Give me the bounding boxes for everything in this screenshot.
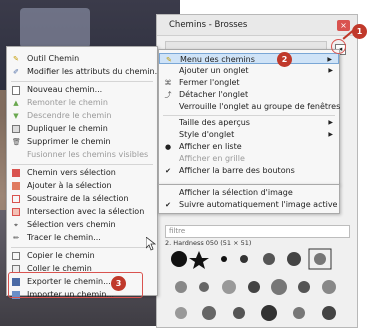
menu-label: Fermer l'onglet: [179, 78, 240, 87]
menu-label: Chemin vers sélection: [27, 168, 116, 177]
menu-label: Ajouter à la sélection: [27, 181, 112, 190]
step-badge-2: 2: [277, 52, 292, 67]
brush-label: 2. Hardness 050 (51 × 51): [165, 239, 252, 247]
menu-label: Descendre le chemin: [27, 111, 112, 120]
menu-label: Outil Chemin: [27, 54, 80, 63]
duplicate-icon: [12, 125, 20, 133]
menu-label: Modifier les attributs du chemin...: [27, 67, 163, 76]
menu-separator: [11, 164, 153, 165]
delete-icon: 🗑: [12, 138, 21, 146]
menu-label: Fusionner les chemins visibles: [27, 150, 149, 159]
menu-label: Dupliquer le chemin: [27, 124, 108, 133]
submenu-arrow-icon: ▶: [328, 67, 333, 74]
menu-item-add-to-selection[interactable]: Ajouter à la sélection: [7, 180, 157, 192]
check-icon: ✔: [165, 167, 171, 175]
edit-attributes-icon: ✐: [13, 68, 19, 76]
arrow-up-icon: ▲: [13, 99, 19, 107]
menu-item-path-to-selection[interactable]: Chemin vers sélection: [7, 167, 157, 179]
copy-icon: [12, 252, 20, 260]
brush-filter-input[interactable]: filtre: [165, 225, 350, 238]
menu-item-paths-menu[interactable]: ✎ Menu des chemins ▶: [159, 53, 339, 64]
path-tool-icon: ✎: [13, 55, 19, 63]
menu-label: Taille des aperçus: [179, 118, 250, 127]
menu-label: Soustraire de la sélection: [27, 194, 129, 203]
menu-item-path-tool[interactable]: ✎ Outil Chemin: [7, 53, 157, 65]
menu-item-view-as-grid[interactable]: Afficher en grille: [159, 153, 339, 165]
new-path-icon: [12, 86, 20, 95]
menu-separator: [163, 115, 335, 116]
dock-title-text: Chemins - Brosses: [169, 20, 248, 30]
menu-label: Menu des chemins: [180, 55, 255, 64]
menu-label: Nouveau chemin...: [27, 85, 103, 94]
tab-menu-continued: Afficher la sélection d'image ✔ Suivre a…: [158, 184, 340, 214]
paths-menu-icon: ✎: [166, 56, 172, 64]
menu-item-copy-path[interactable]: Copier le chemin: [7, 250, 157, 262]
menu-label: Remonter le chemin: [27, 98, 108, 107]
menu-label: Suivre automatiquement l'image active: [179, 200, 338, 209]
menu-item-merge-visible[interactable]: Fusionner les chemins visibles: [7, 149, 157, 161]
menu-item-intersect-selection[interactable]: Intersection avec la sélection: [7, 206, 157, 218]
menu-label: Afficher la barre des boutons: [179, 166, 295, 175]
path-to-selection-icon: [12, 169, 20, 177]
selection-to-path-icon: ⌖: [14, 221, 18, 229]
check-icon: ✔: [165, 201, 171, 209]
image-detail: [20, 8, 90, 48]
menu-item-preview-size[interactable]: Taille des aperçus ▶: [159, 117, 339, 129]
close-tab-icon: ⌘: [164, 79, 172, 87]
menu-label: Ajouter un onglet: [179, 66, 249, 75]
intersect-selection-icon: [12, 208, 20, 216]
menu-item-selection-to-path[interactable]: ⌖ Sélection vers chemin: [7, 219, 157, 231]
menu-item-subtract-selection[interactable]: Soustraire de la sélection: [7, 193, 157, 205]
menu-item-lower-path[interactable]: ▼ Descendre le chemin: [7, 110, 157, 122]
menu-label: Détacher l'onglet: [179, 90, 249, 99]
menu-item-duplicate-path[interactable]: Dupliquer le chemin: [7, 123, 157, 135]
menu-separator: [11, 247, 153, 248]
tab-menu: ✎ Menu des chemins ▶ Ajouter un onglet ▶…: [158, 49, 340, 185]
paths-context-menu: ✎ Outil Chemin ✐ Modifier les attributs …: [6, 46, 162, 299]
menu-item-add-tab[interactable]: Ajouter un onglet ▶: [159, 65, 339, 77]
brush-grid[interactable]: [169, 247, 349, 327]
menu-label: Tracer le chemin...: [27, 233, 101, 242]
menu-item-delete-path[interactable]: 🗑 Supprimer le chemin: [7, 136, 157, 148]
menu-item-follow-active-image[interactable]: ✔ Suivre automatiquement l'image active: [159, 199, 339, 211]
close-icon[interactable]: ×: [337, 20, 350, 31]
menu-item-tab-style[interactable]: Style d'onglet ▶: [159, 129, 339, 141]
highlight-circle: [331, 39, 346, 54]
arrow-down-icon: ▼: [13, 112, 19, 120]
menu-label: Copier le chemin: [27, 251, 95, 260]
menu-label: Supprimer le chemin: [27, 137, 111, 146]
menu-item-raise-path[interactable]: ▲ Remonter le chemin: [7, 97, 157, 109]
menu-item-show-button-bar[interactable]: ✔ Afficher la barre des boutons: [159, 165, 339, 177]
menu-item-detach-tab[interactable]: ⤴ Détacher l'onglet: [159, 89, 339, 101]
menu-separator: [11, 81, 153, 82]
menu-label: Intersection avec la sélection: [27, 207, 145, 216]
submenu-arrow-icon: ▶: [328, 119, 333, 126]
menu-label: Verrouille l'onglet au groupe de fenêtre…: [179, 102, 341, 111]
add-selection-icon: [12, 182, 20, 190]
menu-label: Afficher en grille: [179, 154, 245, 163]
cursor-icon: [146, 237, 156, 251]
step-badge-1: 1: [352, 24, 367, 39]
dock-title: Chemins - Brosses: [157, 15, 357, 36]
menu-item-lock-tab[interactable]: Verrouille l'onglet au groupe de fenêtre…: [159, 101, 341, 113]
menu-item-close-tab[interactable]: ⌘ Fermer l'onglet: [159, 77, 339, 89]
menu-label: Style d'onglet: [179, 130, 235, 139]
menu-label: Afficher en liste: [179, 142, 242, 151]
submenu-arrow-icon: ▶: [328, 131, 333, 138]
subtract-selection-icon: [12, 195, 20, 203]
menu-label: Sélection vers chemin: [27, 220, 116, 229]
menu-label: Afficher la sélection d'image: [179, 188, 293, 197]
menu-item-show-image-selection[interactable]: Afficher la sélection d'image: [159, 187, 339, 199]
step-badge-3: 3: [111, 276, 126, 291]
radio-dot-icon: ●: [164, 143, 172, 151]
menu-item-edit-attributes[interactable]: ✐ Modifier les attributs du chemin...: [7, 66, 162, 78]
menu-item-stroke-path[interactable]: ✏ Tracer le chemin...: [7, 232, 157, 244]
detach-tab-icon: ⤴: [164, 91, 172, 99]
menu-item-view-as-list[interactable]: ● Afficher en liste: [159, 141, 339, 153]
stroke-path-icon: ✏: [13, 234, 19, 242]
menu-item-new-path[interactable]: Nouveau chemin...: [7, 84, 157, 96]
